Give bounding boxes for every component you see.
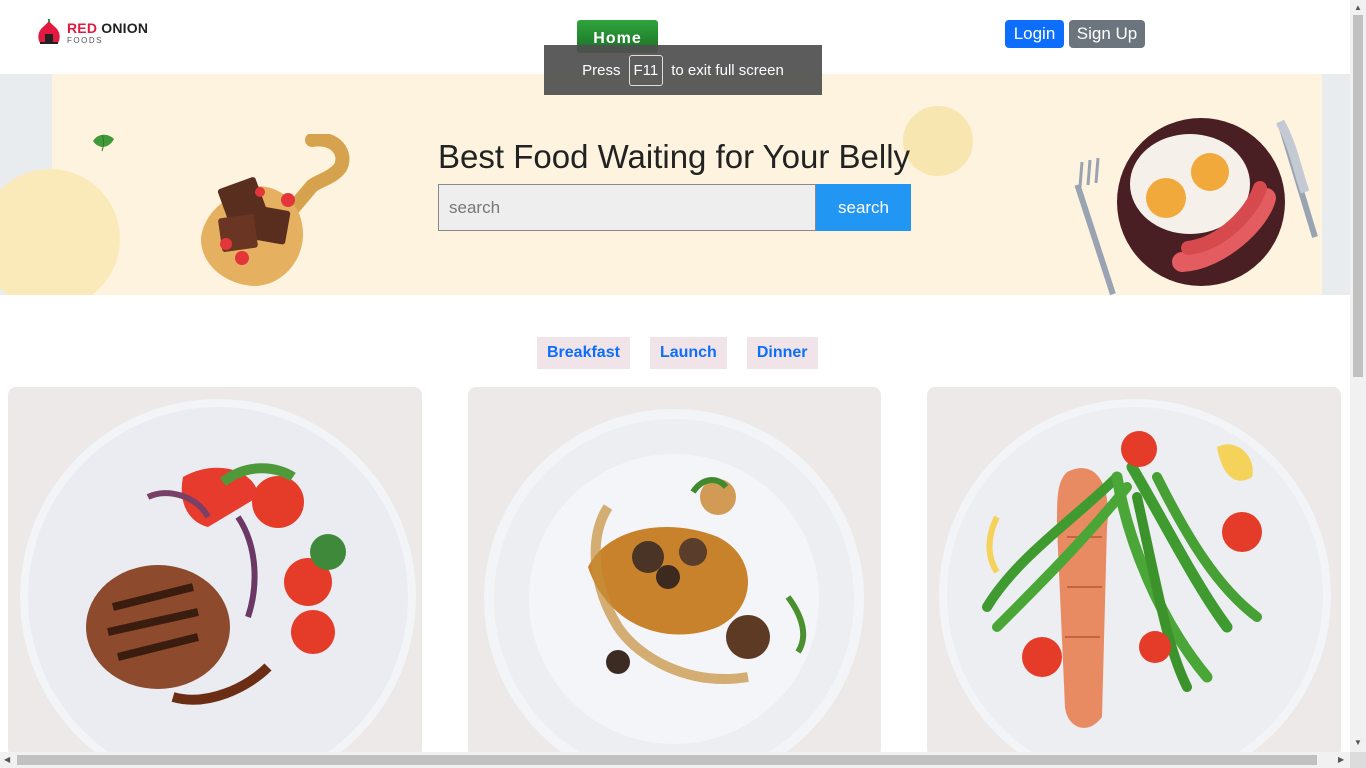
horizontal-scroll-thumb[interactable] — [17, 755, 1317, 765]
tab-dinner[interactable]: Dinner — [746, 337, 818, 369]
hero-banner: Best Food Waiting for Your Belly search — [0, 74, 1350, 295]
signup-button[interactable]: Sign Up — [1069, 20, 1145, 48]
brownie-board-illustration — [201, 134, 350, 286]
basil-leaf-icon — [93, 134, 114, 152]
search-input[interactable] — [438, 184, 816, 231]
vertical-scroll-thumb[interactable] — [1353, 15, 1363, 377]
fullscreen-notice-prefix: Press — [582, 61, 621, 79]
logo-brand-red: RED — [67, 20, 98, 36]
page: RED ONION FOODS Home Login Sign Up Press… — [0, 0, 1366, 768]
scroll-right-arrow-icon[interactable]: ▶ — [1338, 755, 1344, 764]
logo-tagline: FOODS — [67, 36, 103, 45]
tab-breakfast[interactable]: Breakfast — [537, 337, 630, 369]
f11-key: F11 — [628, 54, 664, 86]
tab-launch[interactable]: Launch — [649, 337, 727, 369]
food-card[interactable] — [468, 387, 881, 757]
grilled-steak-plate-image — [20, 399, 416, 757]
scroll-down-arrow-icon[interactable]: ▼ — [1354, 738, 1362, 747]
vertical-scrollbar[interactable]: ▲ ▼ — [1350, 0, 1366, 752]
fullscreen-notice-suffix: to exit full screen — [671, 61, 784, 79]
scroll-up-arrow-icon[interactable]: ▲ — [1354, 3, 1362, 12]
breakfast-plate-illustration — [1074, 118, 1318, 295]
logo-brand-dark: ONION — [101, 20, 149, 36]
horizontal-scrollbar[interactable]: ◀ ▶ — [0, 752, 1350, 768]
scrollbar-corner — [1350, 752, 1366, 768]
fullscreen-notice: Press F11 to exit full screen — [544, 45, 822, 95]
food-card[interactable] — [927, 387, 1341, 757]
onion-logo-icon — [38, 19, 60, 44]
hero-title: Best Food Waiting for Your Belly — [438, 138, 911, 175]
food-card[interactable] — [8, 387, 422, 757]
chicken-mushroom-plate-image — [484, 409, 864, 757]
scroll-left-arrow-icon[interactable]: ◀ — [4, 755, 10, 764]
login-button[interactable]: Login — [1005, 20, 1064, 48]
search-button[interactable]: search — [816, 184, 911, 231]
salmon-asparagus-plate-image — [939, 399, 1331, 757]
meal-tabs: Breakfast Launch Dinner — [537, 337, 818, 369]
decorative-circle — [903, 106, 973, 176]
brand-logo[interactable]: RED ONION FOODS — [35, 18, 148, 48]
